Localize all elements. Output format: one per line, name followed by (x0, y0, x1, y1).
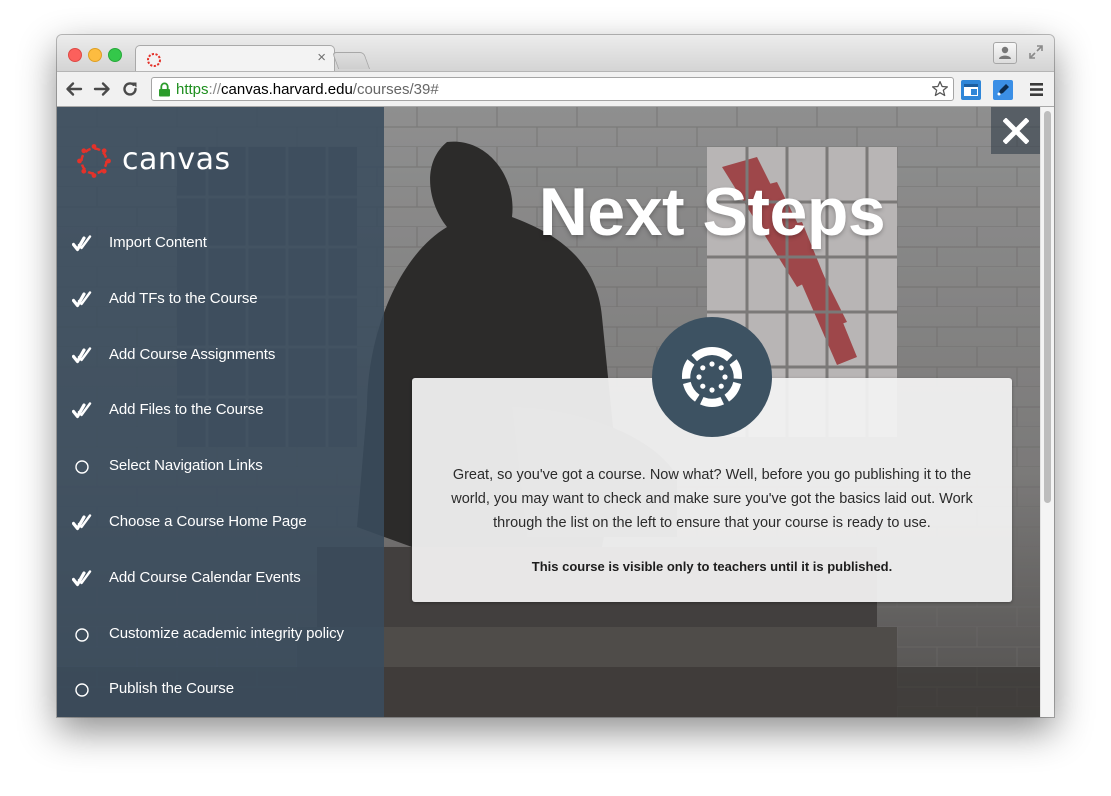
checklist-item[interactable]: Choose a Course Home Page (57, 494, 384, 550)
check-icon (72, 291, 92, 307)
checklist-item-label: Choose a Course Home Page (109, 512, 307, 530)
url-scheme: https (176, 81, 209, 98)
bookmark-star-icon[interactable] (931, 80, 949, 98)
tab-close-icon[interactable]: × (317, 50, 326, 66)
canvas-logo-icon (681, 347, 743, 407)
checklist-item[interactable]: Customize academic integrity policy (57, 606, 384, 662)
browser-tab[interactable]: × (135, 45, 335, 72)
window-minimize-button[interactable] (88, 48, 102, 62)
page-title: Next Steps (538, 174, 886, 250)
checklist-item[interactable]: Import Content (57, 215, 384, 271)
reload-icon (123, 82, 137, 96)
page-content: canvas Import Content Add TFs to the Cour… (57, 107, 1054, 717)
window-close-button[interactable] (68, 48, 82, 62)
browser-toolbar: https://canvas.harvard.edu/courses/39# (57, 71, 1054, 107)
next-steps-list: Import Content Add TFs to the Course Add C… (57, 215, 384, 717)
profile-button[interactable] (993, 42, 1017, 64)
check-icon (72, 514, 92, 531)
visibility-notice: This course is visible only to teachers … (531, 559, 893, 574)
lock-icon (159, 82, 170, 97)
close-icon (1002, 117, 1029, 144)
check-icon (72, 346, 92, 363)
url-path: /courses/39# (352, 81, 439, 98)
url-separator: :// (208, 81, 222, 98)
check-icon (72, 235, 92, 252)
new-tab-button[interactable] (331, 52, 371, 69)
checklist-item-label: Add Files to the Course (109, 401, 264, 419)
forward-button[interactable] (91, 78, 113, 100)
check-icon (72, 570, 92, 586)
checklist-item[interactable]: Add TFs to the Course (57, 271, 384, 327)
check-icon (72, 402, 92, 419)
checklist-item-label: Customize academic integrity policy (109, 624, 344, 642)
back-button[interactable] (63, 78, 85, 100)
reload-button[interactable] (119, 78, 141, 100)
browser-window: × https://canvas.harvard.edu/courses/39#… (57, 35, 1054, 717)
canvas-logo-text: canvas (122, 142, 231, 177)
checklist-item-label: Select Navigation Links (109, 457, 263, 475)
checklist-item[interactable]: Add Files to the Course (57, 382, 384, 438)
checklist-item[interactable]: Select Navigation Links (57, 438, 384, 494)
canvas-favicon-icon (147, 53, 161, 67)
scrollbar-thumb[interactable] (1044, 111, 1051, 503)
checklist-item[interactable]: Add Course Calendar Events (57, 550, 384, 606)
card-description: Great, so you've got a course. Now what?… (451, 467, 973, 531)
arrow-right-icon (93, 82, 110, 96)
url-host: canvas.harvard.edu (221, 81, 353, 98)
circle-icon (75, 627, 89, 642)
circle-icon (75, 683, 89, 698)
checklist-item-label: Import Content (109, 234, 207, 251)
circle-icon (75, 460, 89, 474)
pen-glyph-icon (997, 84, 1009, 96)
checklist-item-label: Add Course Calendar Events (109, 568, 301, 586)
window-glyph-icon (964, 84, 978, 96)
title-bar: × (57, 35, 1054, 72)
canvas-badge (652, 317, 772, 437)
checklist-item-label: Add Course Assignments (109, 345, 276, 363)
window-zoom-button[interactable] (108, 48, 122, 62)
arrow-left-icon (66, 82, 83, 96)
hamburger-menu-icon[interactable] (1030, 83, 1043, 96)
fullscreen-icon[interactable] (1028, 44, 1044, 60)
extension-window-icon[interactable] (961, 80, 981, 100)
person-icon (999, 46, 1011, 59)
address-bar[interactable]: https://canvas.harvard.edu/courses/39# (151, 77, 954, 101)
canvas-logo-icon (77, 144, 111, 178)
page-scrollbar[interactable] (1040, 107, 1054, 717)
checklist-item-label: Publish the Course (109, 680, 234, 698)
url-text: https://canvas.harvard.edu/courses/39# (176, 81, 439, 99)
extension-pen-icon[interactable] (993, 80, 1013, 100)
checklist-item-label: Add TFs to the Course (109, 289, 258, 307)
checklist-item[interactable]: Add Course Assignments (57, 327, 384, 383)
sidebar: canvas Import Content Add TFs to the Cour… (57, 107, 384, 717)
close-button[interactable] (991, 107, 1040, 154)
checklist-item[interactable]: Publish the Course (57, 661, 384, 717)
